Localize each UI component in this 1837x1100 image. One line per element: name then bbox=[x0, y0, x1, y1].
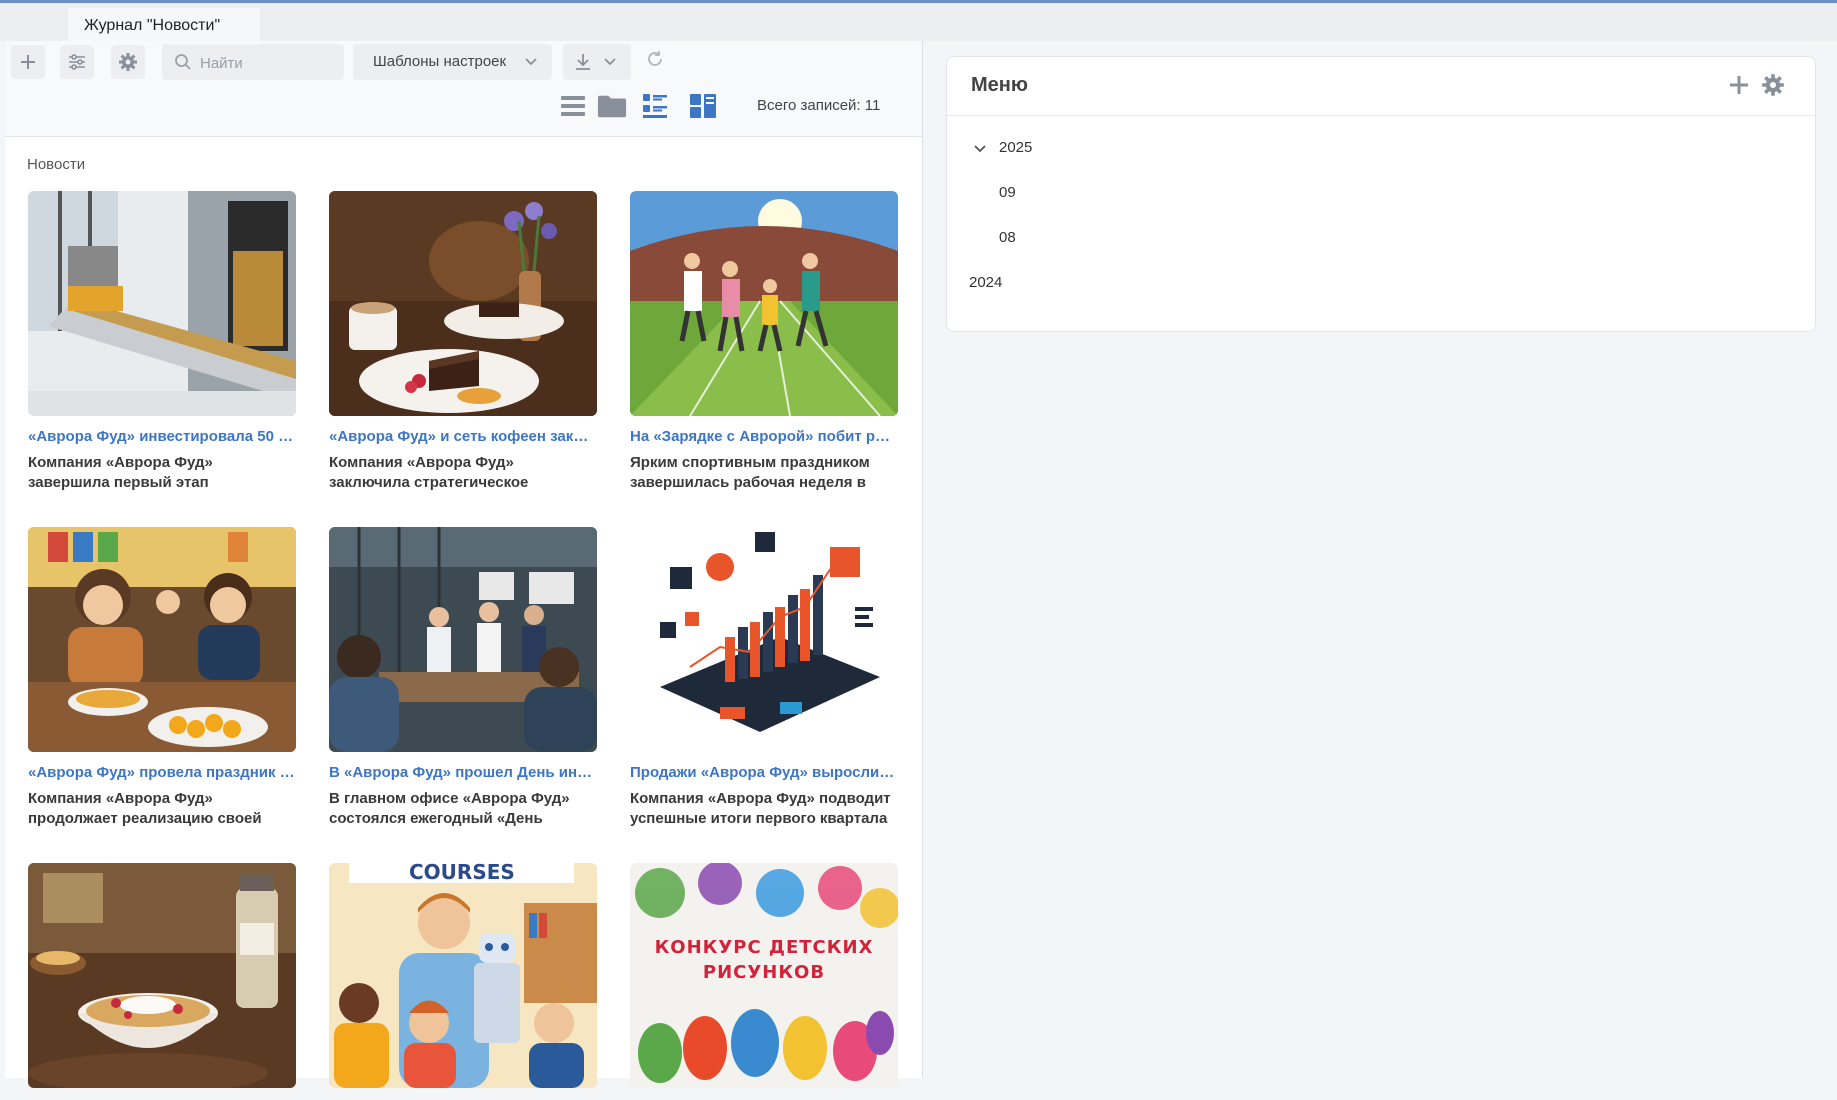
record-count: Всего записей: 11 bbox=[757, 97, 881, 114]
plus-icon bbox=[21, 55, 35, 69]
sliders-icon bbox=[69, 54, 85, 70]
news-card[interactable]: COURSES bbox=[329, 863, 597, 1100]
news-title[interactable]: В «Аврора Фуд» прошел День инноваций bbox=[329, 764, 597, 781]
settings-templates-dropdown[interactable]: Шаблоны настроек bbox=[353, 44, 552, 80]
list-view-icon bbox=[561, 96, 585, 116]
search-input[interactable] bbox=[198, 50, 342, 76]
gear-icon bbox=[119, 53, 137, 71]
news-list-panel: Шаблоны настроек Всего записей: 11 Новос… bbox=[5, 41, 923, 1088]
contest-image-text: КОНКУРС ДЕТСКИХ bbox=[655, 937, 874, 958]
news-card[interactable]: «Аврора Фуд» и сеть кофеен заключили сог… bbox=[329, 191, 597, 493]
news-image-running bbox=[630, 191, 898, 416]
chevron-down-icon bbox=[604, 58, 616, 66]
search-box bbox=[162, 44, 344, 80]
tab-news-journal[interactable]: Журнал "Новости" bbox=[68, 8, 260, 43]
chevron-down-icon bbox=[525, 58, 537, 66]
view-list-button[interactable] bbox=[558, 91, 588, 121]
news-title[interactable]: На «Зарядке с Авророй» побит рекорд bbox=[630, 428, 898, 445]
svg-text:РИСУНКОВ: РИСУНКОВ bbox=[703, 962, 825, 983]
news-description: Компания «Аврора Фуд» заключила стратеги… bbox=[329, 454, 529, 491]
add-button[interactable] bbox=[11, 45, 45, 79]
tiles-view-icon bbox=[643, 94, 667, 118]
refresh-icon[interactable] bbox=[645, 49, 665, 69]
news-title[interactable]: «Аврора Фуд» провела праздник для детей bbox=[28, 764, 296, 781]
news-description: Ярким спортивным праздником завершилась … bbox=[630, 454, 870, 491]
news-description: Компания «Аврора Фуд» подводит успешные … bbox=[630, 790, 891, 827]
news-description: Компания «Аврора Фуд» продолжает реализа… bbox=[28, 790, 262, 827]
folder-icon bbox=[597, 95, 627, 118]
chevron-down-icon bbox=[974, 145, 986, 153]
news-description: Компания «Аврора Фуд» завершила первый э… bbox=[28, 454, 213, 491]
news-image-children bbox=[28, 527, 296, 752]
view-tiles-button[interactable] bbox=[640, 91, 670, 121]
menu-header: Меню bbox=[947, 57, 1815, 116]
news-title[interactable]: «Аврора Фуд» и сеть кофеен заключили сог… bbox=[329, 428, 597, 445]
news-card[interactable]: На «Зарядке с Авророй» побит рекорд Ярки… bbox=[630, 191, 898, 493]
news-card[interactable]: КОНКУРС ДЕТСКИХ РИСУНКОВ bbox=[630, 863, 898, 1100]
news-card[interactable]: Продажи «Аврора Фуд» выросли на 20% Комп… bbox=[630, 527, 898, 829]
news-image-sales-chart bbox=[630, 527, 898, 752]
section-title: Новости bbox=[27, 156, 86, 173]
courses-image-text: COURSES bbox=[409, 863, 515, 884]
news-image-cafe bbox=[329, 191, 597, 416]
filter-settings-button[interactable] bbox=[60, 45, 94, 79]
download-dropdown[interactable] bbox=[563, 44, 631, 80]
news-title[interactable]: Продажи «Аврора Фуд» выросли на 20% bbox=[630, 764, 898, 781]
settings-templates-label: Шаблоны настроек bbox=[373, 53, 507, 70]
menu-item-08[interactable]: 08 bbox=[999, 229, 1016, 246]
news-image-meeting bbox=[329, 527, 597, 752]
menu-item-2024[interactable]: 2024 bbox=[969, 274, 1002, 291]
news-card[interactable]: В «Аврора Фуд» прошел День инноваций В г… bbox=[329, 527, 597, 829]
news-image-drawing-contest: КОНКУРС ДЕТСКИХ РИСУНКОВ bbox=[630, 863, 898, 1088]
news-image-factory bbox=[28, 191, 296, 416]
menu-panel: Меню 2025 09 08 2024 bbox=[946, 56, 1816, 332]
news-image-cereal bbox=[28, 863, 296, 1088]
download-icon bbox=[576, 54, 590, 70]
menu-item-label: 2025 bbox=[999, 139, 1033, 156]
settings-button[interactable] bbox=[111, 45, 145, 79]
view-folder-button[interactable] bbox=[597, 91, 627, 121]
plus-icon[interactable] bbox=[1728, 74, 1750, 96]
news-image-courses: COURSES bbox=[329, 863, 597, 1088]
menu-item-09[interactable]: 09 bbox=[999, 184, 1016, 201]
menu-title: Меню bbox=[971, 74, 1028, 96]
cards-view-icon bbox=[690, 94, 716, 118]
news-card[interactable]: «Аврора Фуд» провела праздник для детей … bbox=[28, 527, 296, 829]
search-icon bbox=[175, 54, 191, 70]
news-card[interactable] bbox=[28, 863, 296, 1100]
news-title[interactable]: «Аврора Фуд» инвестировала 50 млн рублей bbox=[28, 428, 296, 445]
news-description: В главном офисе «Аврора Фуд» состоялся е… bbox=[329, 790, 570, 827]
gear-icon[interactable] bbox=[1761, 73, 1785, 97]
news-card[interactable]: «Аврора Фуд» инвестировала 50 млн рублей… bbox=[28, 191, 296, 493]
toolbar: Шаблоны настроек Всего записей: 11 bbox=[5, 41, 922, 137]
view-cards-button[interactable] bbox=[688, 91, 718, 121]
tab-bar: Журнал "Новости" bbox=[0, 3, 1837, 43]
